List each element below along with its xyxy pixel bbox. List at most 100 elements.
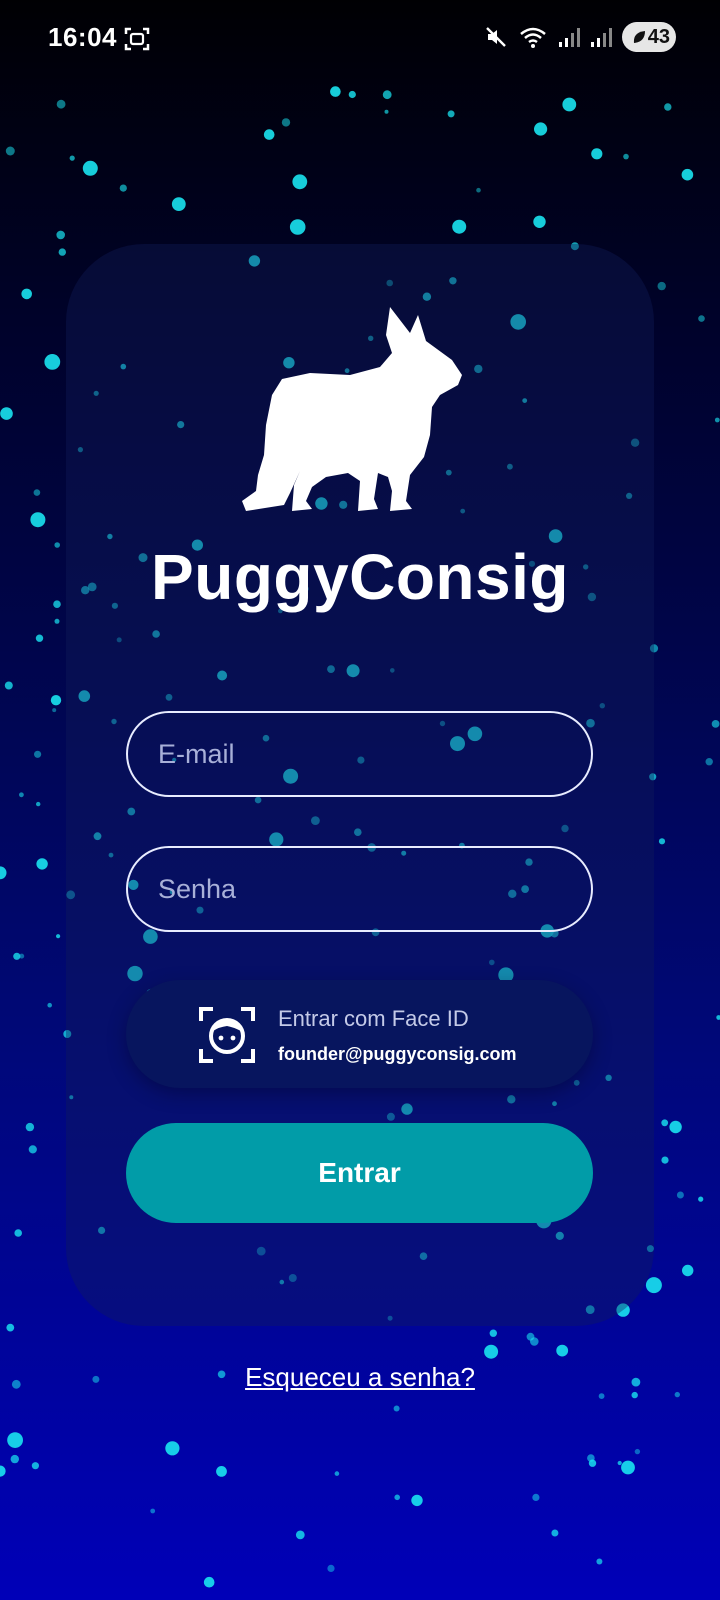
star bbox=[623, 153, 629, 160]
star bbox=[25, 1122, 35, 1132]
star bbox=[489, 1329, 497, 1337]
star bbox=[19, 953, 25, 959]
star bbox=[165, 1441, 180, 1456]
star bbox=[551, 1529, 559, 1537]
star bbox=[533, 215, 546, 228]
star bbox=[19, 792, 24, 798]
star bbox=[617, 1460, 622, 1466]
star bbox=[0, 1465, 6, 1477]
email-input[interactable] bbox=[126, 711, 593, 797]
star bbox=[44, 354, 61, 370]
star bbox=[382, 90, 392, 100]
star bbox=[384, 109, 389, 114]
star bbox=[661, 1119, 669, 1127]
battery-indicator: 43 bbox=[622, 22, 676, 52]
star bbox=[556, 1344, 569, 1357]
star bbox=[716, 1015, 720, 1020]
signal-icon bbox=[559, 28, 580, 47]
faceid-login-button[interactable]: Entrar com Face ID founder@puggyconsig.c… bbox=[126, 980, 593, 1088]
star bbox=[34, 750, 42, 758]
star bbox=[484, 1344, 499, 1359]
star bbox=[292, 174, 308, 190]
star bbox=[393, 1405, 400, 1412]
star bbox=[171, 197, 186, 212]
star bbox=[598, 1393, 605, 1399]
star bbox=[56, 230, 65, 240]
star bbox=[216, 1466, 227, 1477]
star bbox=[591, 148, 603, 160]
password-input[interactable] bbox=[126, 846, 593, 932]
status-bar: 16:04 43 bbox=[0, 0, 720, 80]
star bbox=[82, 160, 98, 176]
star bbox=[69, 155, 75, 161]
star bbox=[411, 1494, 423, 1507]
battery-level: 43 bbox=[647, 25, 670, 48]
star bbox=[682, 1264, 694, 1277]
star bbox=[562, 97, 577, 112]
star bbox=[36, 801, 41, 807]
french-bulldog-logo-icon bbox=[242, 307, 462, 511]
star bbox=[7, 1432, 23, 1448]
star bbox=[596, 1558, 603, 1565]
star bbox=[281, 118, 291, 127]
star bbox=[658, 838, 666, 845]
star bbox=[534, 122, 548, 136]
star bbox=[664, 103, 672, 111]
star bbox=[530, 1337, 539, 1346]
star bbox=[587, 1454, 595, 1462]
star bbox=[452, 219, 467, 234]
star bbox=[21, 288, 32, 300]
star bbox=[56, 934, 61, 939]
star bbox=[669, 1120, 682, 1134]
star bbox=[327, 1564, 335, 1572]
star bbox=[289, 219, 306, 235]
star bbox=[14, 1229, 22, 1237]
star bbox=[532, 1493, 540, 1501]
star bbox=[6, 1323, 15, 1332]
star bbox=[645, 1277, 662, 1294]
star bbox=[676, 1191, 684, 1199]
star bbox=[330, 86, 341, 97]
star bbox=[634, 1448, 641, 1455]
star bbox=[52, 708, 57, 713]
star bbox=[621, 1460, 635, 1475]
star bbox=[394, 1494, 401, 1501]
star bbox=[30, 512, 46, 528]
star bbox=[0, 866, 7, 880]
star bbox=[698, 315, 705, 322]
star bbox=[56, 99, 66, 109]
leaf-icon bbox=[633, 31, 645, 43]
face-id-icon bbox=[199, 1007, 255, 1063]
wifi-icon bbox=[520, 27, 546, 48]
star bbox=[661, 1156, 669, 1164]
mute-icon bbox=[486, 27, 506, 47]
star bbox=[4, 681, 13, 690]
faceid-email: founder@puggyconsig.com bbox=[278, 1044, 517, 1064]
forgot-password-link[interactable]: Esqueceu a senha? bbox=[0, 1362, 720, 1393]
star bbox=[150, 1508, 156, 1514]
star bbox=[5, 146, 15, 156]
star bbox=[47, 1002, 52, 1008]
status-time: 16:04 bbox=[48, 22, 117, 52]
star bbox=[28, 1145, 37, 1154]
star bbox=[263, 129, 275, 140]
star bbox=[714, 417, 720, 423]
star bbox=[0, 407, 13, 420]
star bbox=[35, 634, 44, 642]
screenshot-icon bbox=[124, 27, 150, 51]
star bbox=[50, 695, 62, 706]
star bbox=[476, 187, 481, 193]
app-title: PuggyConsig bbox=[151, 541, 569, 613]
star bbox=[711, 720, 720, 728]
faceid-label: Entrar com Face ID bbox=[278, 1006, 469, 1031]
star bbox=[334, 1471, 340, 1476]
star bbox=[54, 618, 60, 624]
star bbox=[295, 1530, 305, 1540]
star bbox=[681, 168, 694, 181]
star bbox=[58, 248, 66, 256]
star bbox=[203, 1576, 215, 1588]
submit-button[interactable]: Entrar bbox=[126, 1123, 593, 1223]
star bbox=[705, 758, 713, 766]
star bbox=[348, 90, 356, 99]
star bbox=[698, 1196, 704, 1202]
